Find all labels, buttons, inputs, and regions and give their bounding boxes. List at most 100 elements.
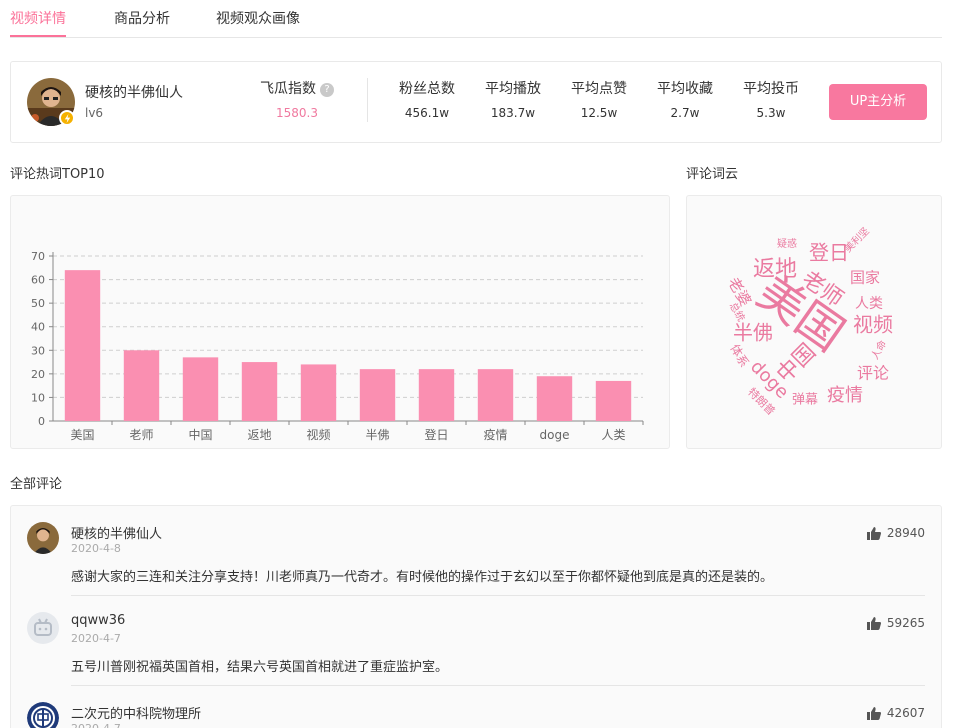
- metric-avg-play: 平均播放 183.7w: [483, 78, 543, 120]
- bar: [359, 369, 396, 421]
- metric-value: 12.5w: [580, 106, 618, 120]
- up-info-card: 硬核的半佛仙人 lv6 飞瓜指数? 1580.3 粉丝总数 456.1w 平均播…: [10, 61, 942, 143]
- wordcloud-word: 人类: [855, 296, 883, 312]
- comments-title: 全部评论: [10, 477, 63, 492]
- hotwords-chart-panel: 0 10 20 30 40 50 60 70 美国 老师 中国 返地 视频 半佛 登日 疫情 doge 人类: [10, 195, 670, 449]
- comment-divider: [71, 595, 925, 596]
- commenter-avatar[interactable]: [27, 522, 59, 554]
- wordcloud-word: 疑惑: [777, 237, 797, 250]
- tab-bar: 视频详情 商品分析 视频观众画像: [10, 0, 942, 38]
- bar: [477, 369, 514, 421]
- x-tick-label: 美国: [70, 428, 94, 442]
- y-tick-label: 50: [31, 297, 45, 310]
- commenter-name[interactable]: 二次元的中科院物理所: [71, 703, 201, 722]
- hotwords-title: 评论热词TOP10: [10, 167, 105, 182]
- x-tick-label: 半佛: [365, 428, 389, 442]
- bar: [241, 362, 278, 421]
- comment-text: 五号川普刚祝福英国首相，结果六号英国首相就进了重症监护室。: [71, 660, 449, 675]
- commenter-name[interactable]: 硬核的半佛仙人: [71, 523, 162, 542]
- thumbs-up-icon: [866, 706, 881, 720]
- metric-label: 平均投币: [743, 81, 799, 97]
- metric-avg-coin: 平均投币 5.3w: [741, 78, 801, 120]
- y-tick-label: 40: [31, 321, 45, 334]
- wordcloud-word: 人命: [868, 338, 889, 362]
- like-count: 59265: [886, 616, 925, 630]
- help-icon[interactable]: ?: [320, 83, 334, 97]
- metric-avg-fav: 平均收藏 2.7w: [655, 78, 715, 120]
- bar: [123, 350, 160, 421]
- comments-panel: 硬核的半佛仙人 2020-4-8 28940 感谢大家的三连和关注分享支持！川老…: [10, 505, 942, 728]
- comment-text: 感谢大家的三连和关注分享支持！川老师真乃一代奇才。有时候他的操作过于玄幻以至于你…: [71, 570, 774, 585]
- commenter-avatar[interactable]: [27, 702, 59, 728]
- commenter-name[interactable]: qqww36: [71, 613, 125, 628]
- tab-video-detail[interactable]: 视频详情: [10, 8, 66, 28]
- feigua-index: 飞瓜指数? 1580.3: [257, 78, 337, 120]
- x-tick-label: doge: [540, 428, 570, 442]
- x-tick-label: 人类: [601, 428, 625, 442]
- metric-label: 粉丝总数: [399, 81, 455, 97]
- metric-value: 5.3w: [756, 106, 786, 120]
- comment-likes: 59265: [866, 616, 925, 630]
- bar: [418, 369, 455, 421]
- comment-date: 2020-4-8: [71, 542, 121, 555]
- bar: [536, 376, 573, 421]
- wordcloud-word: 评论: [857, 364, 889, 383]
- y-tick-label: 10: [31, 391, 45, 404]
- tab-audience-profile[interactable]: 视频观众画像: [216, 8, 300, 28]
- metric-value: 456.1w: [404, 106, 450, 120]
- thumbs-up-icon: [866, 616, 881, 630]
- divider: [367, 78, 368, 122]
- x-tick-label: 登日: [424, 427, 448, 442]
- hotwords-bar-chart: 0 10 20 30 40 50 60 70 美国 老师 中国 返地 视频 半佛 登日 疫情 doge 人类: [31, 250, 644, 442]
- y-tick-label: 60: [31, 274, 45, 287]
- wordcloud-word: 疫情: [827, 385, 863, 406]
- bar: [300, 364, 337, 421]
- y-tick-label: 70: [31, 250, 45, 263]
- tab-product-analysis[interactable]: 商品分析: [114, 8, 170, 28]
- x-tick-label: 疫情: [483, 427, 507, 442]
- feigua-label: 飞瓜指数: [260, 81, 316, 97]
- wordcloud-word: 弹幕: [792, 393, 818, 408]
- wordcloud-word: 返地: [753, 257, 797, 282]
- comment-date: 2020-4-7: [71, 632, 121, 645]
- comment-item: 二次元的中科院物理所 2020-4-7 42607: [27, 702, 925, 728]
- wordcloud: 美国老师返地中国登日视频半佛疫情doge 评论国家人类老婆弹幕体系特朗普人命总统疑…: [724, 224, 893, 417]
- up-name[interactable]: 硬核的半佛仙人: [85, 82, 183, 102]
- metric-value: 183.7w: [490, 106, 536, 120]
- up-analysis-button[interactable]: UP主分析: [829, 84, 927, 120]
- bar: [182, 357, 219, 421]
- wordcloud-title: 评论词云: [686, 167, 739, 182]
- comment-likes: 28940: [866, 526, 925, 540]
- feigua-value: 1580.3: [276, 106, 318, 120]
- metric-label: 平均播放: [485, 81, 541, 97]
- like-count: 28940: [886, 526, 925, 540]
- comment-date: 2020-4-7: [71, 722, 121, 728]
- commenter-avatar[interactable]: [27, 612, 59, 644]
- y-tick-label: 20: [31, 368, 45, 381]
- wordcloud-word: 半佛: [733, 321, 773, 345]
- x-tick-label: 老师: [129, 428, 153, 442]
- comment-item: qqww36 2020-4-7 59265 五号川普刚祝福英国首相，结果六号英国…: [27, 612, 925, 692]
- metric-label: 平均收藏: [657, 81, 713, 97]
- metric-fans: 粉丝总数 456.1w: [397, 78, 457, 120]
- x-tick-label: 视频: [306, 427, 330, 442]
- bar: [64, 270, 101, 421]
- verified-badge-icon: [59, 110, 75, 126]
- y-tick-label: 0: [38, 415, 45, 428]
- bar: [595, 380, 632, 421]
- comment-likes: 42607: [866, 706, 925, 720]
- x-tick-label: 返地: [247, 428, 271, 442]
- wordcloud-word: 视频: [853, 313, 893, 337]
- wordcloud-word: 登日: [809, 241, 849, 265]
- active-tab-indicator: [10, 35, 66, 37]
- wordcloud-word: 体系: [727, 342, 751, 370]
- comment-item: 硬核的半佛仙人 2020-4-8 28940 感谢大家的三连和关注分享支持！川老…: [27, 522, 925, 602]
- metric-label: 平均点赞: [571, 81, 627, 97]
- up-level: lv6: [85, 106, 104, 120]
- x-tick-label: 中国: [188, 427, 212, 442]
- thumbs-up-icon: [866, 526, 881, 540]
- wordcloud-panel: 美国 老师 返地 中国 登日 视频 半佛 疫情 doge 评论 国家 人类 老婆 弹幕 体系 特朗普 人命 总统疑…: [686, 195, 942, 449]
- comment-divider: [71, 685, 925, 686]
- metric-avg-like: 平均点赞 12.5w: [569, 78, 629, 120]
- metric-value: 2.7w: [670, 106, 700, 120]
